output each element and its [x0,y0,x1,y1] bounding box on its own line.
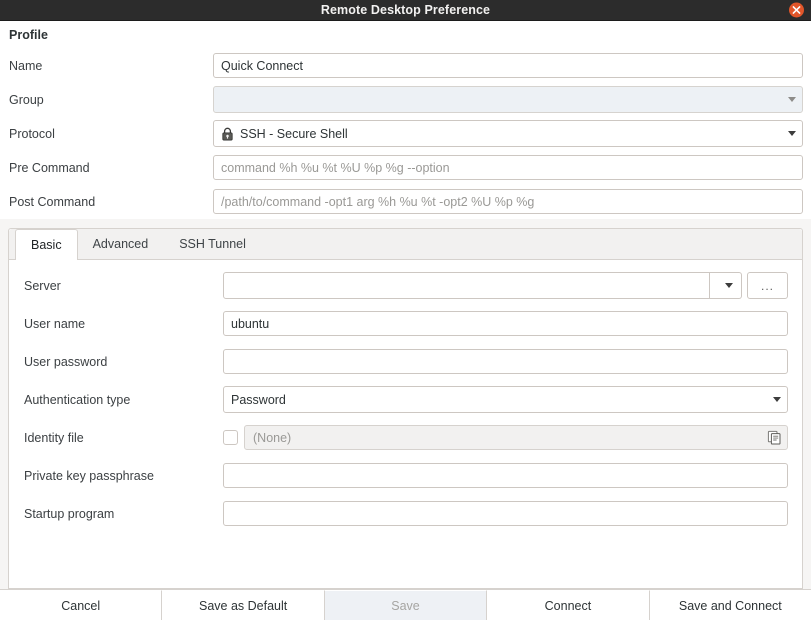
save-button-label: Save [391,598,420,613]
tab-bar: Basic Advanced SSH Tunnel [9,228,802,260]
label-user-name: User name [24,316,86,331]
authentication-type-combobox[interactable]: Password [223,386,788,414]
window-titlebar: Remote Desktop Preference [0,0,811,21]
label-group: Group [9,92,44,107]
row-user-password: User password [23,343,788,381]
row-server: Server ... [23,267,788,305]
label-startup-program: Startup program [24,506,115,521]
control-protocol: SSH - Secure Shell [213,120,803,148]
control-identity-file: (None) [223,425,788,451]
identity-file-wrap: (None) [223,425,788,451]
row-private-key-passphrase: Private key passphrase [23,457,788,495]
control-group [213,86,803,114]
profile-section-title: Profile [9,28,48,42]
label-authentication-type: Authentication type [24,392,131,407]
control-authentication-type: Password [223,386,788,414]
row-pre-command: Pre Command command %h %u %t %U %p %g --… [8,151,803,185]
label-identity-file: Identity file [24,430,84,445]
control-startup-program [223,501,788,527]
row-post-command: Post Command /path/to/command -opt1 arg … [8,185,803,219]
protocol-combobox[interactable]: SSH - Secure Shell [213,120,803,148]
private-key-passphrase-input[interactable] [223,463,788,489]
ellipsis-icon: ... [760,278,774,293]
cancel-button[interactable]: Cancel [0,590,163,620]
tab-ssh-tunnel[interactable]: SSH Tunnel [164,229,262,259]
settings-notebook: Basic Advanced SSH Tunnel Server ... Use… [8,227,803,589]
server-input[interactable] [223,272,710,300]
control-server: ... [223,272,788,300]
authentication-type-value: Password [231,392,286,407]
label-protocol: Protocol [9,126,55,141]
server-browse-button[interactable]: ... [747,272,788,300]
server-dropdown-button[interactable] [710,272,742,300]
control-user-name: ubuntu [223,311,788,337]
label-name: Name [9,58,43,73]
profile-section: Profile Name Quick Connect Group Protoco… [0,21,811,219]
tab-basic[interactable]: Basic [15,228,78,260]
control-user-password [223,349,788,375]
close-icon[interactable] [789,2,804,18]
row-identity-file: Identity file (None) [23,419,788,457]
row-protocol: Protocol SSH - Secure Shell [8,117,803,151]
file-chooser-icon [767,431,781,445]
chevron-down-icon [788,131,796,137]
startup-program-input[interactable] [223,501,788,527]
tab-advanced-label: Advanced [92,236,149,251]
connect-button[interactable]: Connect [487,590,650,620]
tab-ssh-tunnel-label: SSH Tunnel [179,236,246,251]
lock-icon [222,127,233,141]
protocol-combobox-value: SSH - Secure Shell [240,126,348,141]
group-combobox[interactable] [213,86,803,114]
control-name: Quick Connect [213,53,803,79]
control-post-command: /path/to/command -opt1 arg %h %u %t -opt… [213,189,803,215]
chevron-down-icon [788,97,796,103]
identity-file-chooser[interactable]: (None) [244,425,788,451]
checkbox-unchecked-icon[interactable] [223,430,238,446]
label-post-command: Post Command [9,194,96,209]
tab-basic-label: Basic [31,237,62,252]
save-as-default-button[interactable]: Save as Default [162,590,325,620]
label-pre-command: Pre Command [9,160,90,175]
protocol-combobox-value-wrap: SSH - Secure Shell [221,127,782,141]
name-input[interactable]: Quick Connect [213,53,803,79]
save-and-connect-button[interactable]: Save and Connect [649,590,811,620]
row-user-name: User name ubuntu [23,305,788,343]
control-private-key-passphrase [223,463,788,489]
window-title: Remote Desktop Preference [320,2,491,17]
pre-command-input[interactable]: command %h %u %t %U %p %g --option [213,155,803,181]
row-startup-program: Startup program [23,495,788,533]
identity-file-value: (None) [253,430,292,445]
label-private-key-passphrase: Private key passphrase [24,468,154,483]
tab-advanced[interactable]: Advanced [78,229,165,259]
user-password-input[interactable] [223,349,788,375]
connect-button-label: Connect [544,598,592,613]
post-command-input[interactable]: /path/to/command -opt1 arg %h %u %t -opt… [213,189,803,215]
control-pre-command: command %h %u %t %U %p %g --option [213,155,803,181]
row-authentication-type: Authentication type Password [23,381,788,419]
chevron-down-icon [773,397,781,403]
save-and-connect-button-label: Save and Connect [678,598,782,613]
user-name-input[interactable]: ubuntu [223,311,788,337]
label-user-password: User password [24,354,108,369]
cancel-button-label: Cancel [61,598,101,613]
save-button: Save [324,590,488,620]
row-group: Group [8,83,803,117]
dialog-body: Profile Name Quick Connect Group Protoco… [0,21,811,620]
save-as-default-button-label: Save as Default [198,598,288,613]
tab-panel-basic: Server ... User name ubuntu User passwor… [9,259,802,588]
chevron-down-icon [724,283,733,289]
dialog-button-box: Cancel Save as Default Save Connect Save… [0,589,811,620]
row-name: Name Quick Connect [8,49,803,83]
label-server: Server [24,278,61,293]
